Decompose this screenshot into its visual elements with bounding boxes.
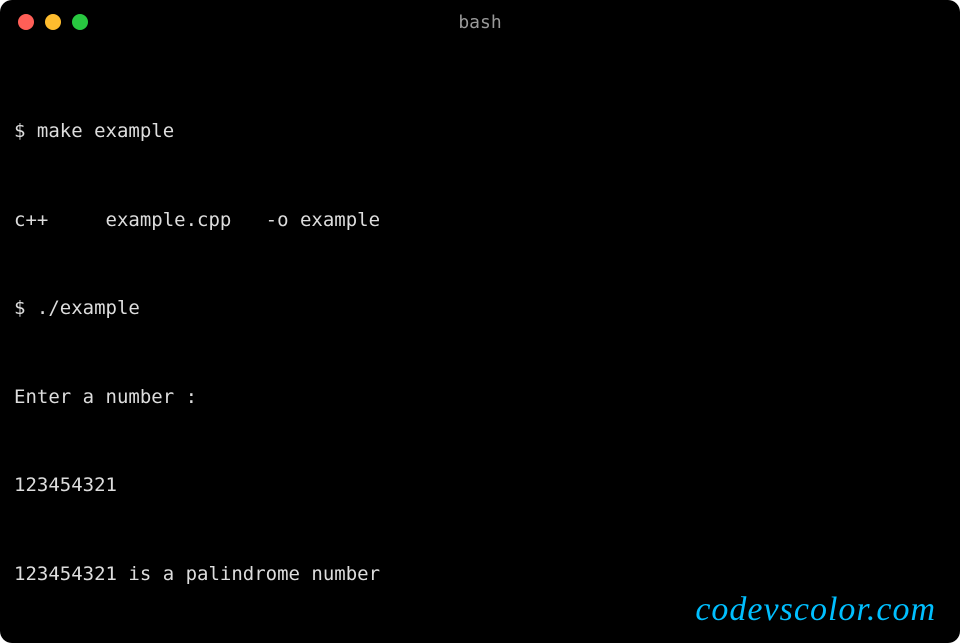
terminal-line: c++ example.cpp -o example bbox=[14, 206, 946, 236]
terminal-line: 123454321 bbox=[14, 471, 946, 501]
traffic-lights bbox=[18, 14, 88, 30]
titlebar: bash bbox=[0, 0, 960, 44]
close-icon[interactable] bbox=[18, 14, 34, 30]
terminal-body[interactable]: $ make example c++ example.cpp -o exampl… bbox=[0, 44, 960, 643]
terminal-line: $ ./example bbox=[14, 294, 946, 324]
window-title: bash bbox=[0, 12, 960, 33]
maximize-icon[interactable] bbox=[72, 14, 88, 30]
minimize-icon[interactable] bbox=[45, 14, 61, 30]
terminal-window: bash $ make example c++ example.cpp -o e… bbox=[0, 0, 960, 643]
terminal-line: 123454321 is a palindrome number bbox=[14, 560, 946, 590]
terminal-line: $ make example bbox=[14, 117, 946, 147]
terminal-line: Enter a number : bbox=[14, 383, 946, 413]
